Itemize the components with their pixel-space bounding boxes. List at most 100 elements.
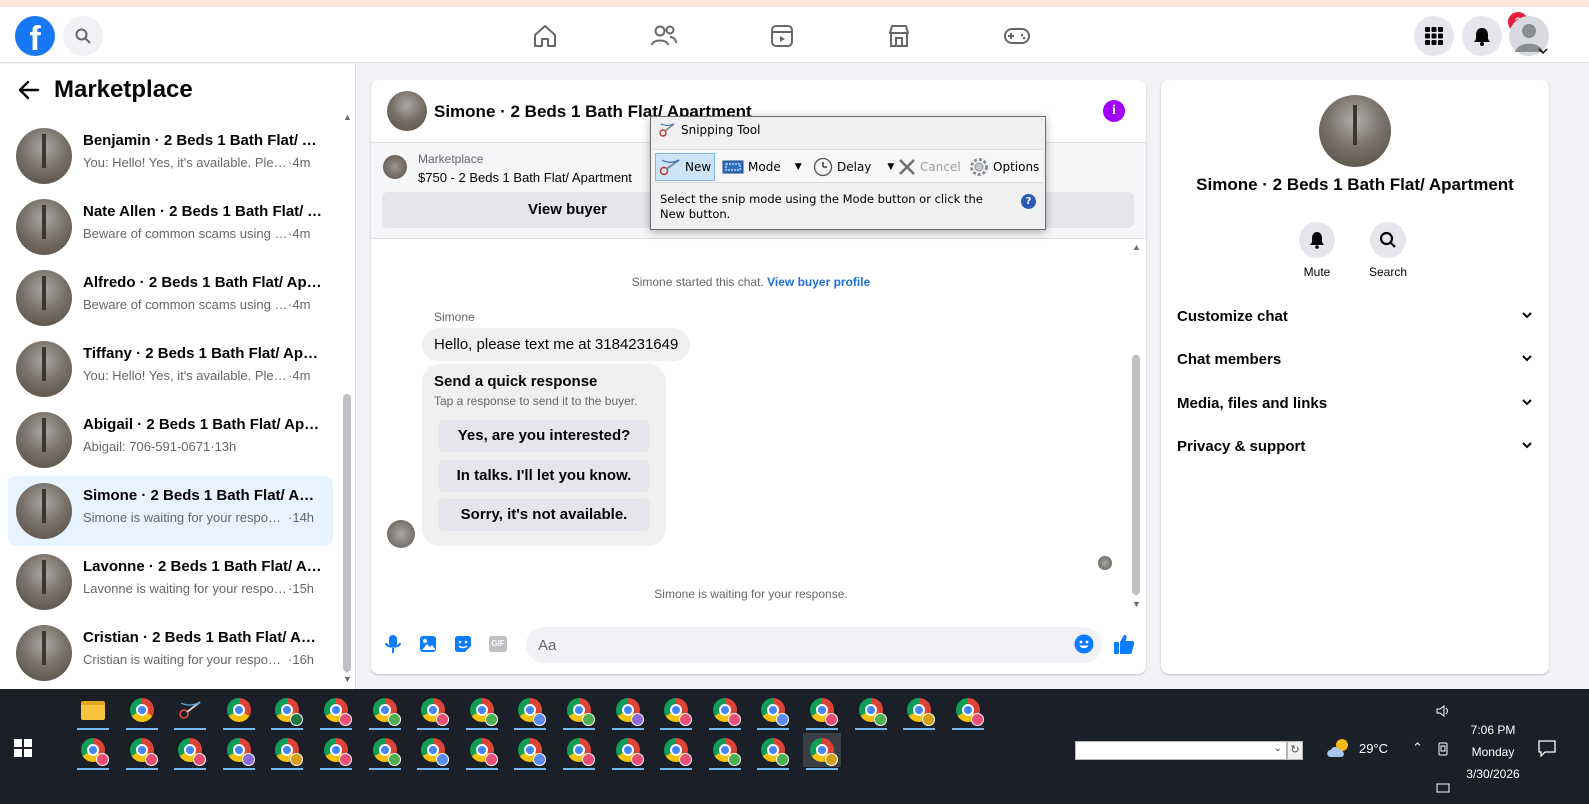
voice-clip-button[interactable] bbox=[382, 633, 404, 655]
video-nav-button[interactable] bbox=[765, 19, 799, 53]
chrome-taskbar-button[interactable] bbox=[803, 733, 841, 770]
search-button[interactable] bbox=[63, 16, 103, 56]
chrome-taskbar-button[interactable] bbox=[268, 733, 306, 770]
chrome-taskbar-button[interactable] bbox=[74, 733, 112, 770]
chrome-taskbar-button[interactable] bbox=[366, 693, 404, 730]
chrome-taskbar-button[interactable] bbox=[560, 693, 598, 730]
options-button[interactable]: Options bbox=[966, 153, 1042, 181]
attach-photo-button[interactable] bbox=[417, 633, 439, 655]
chrome-taskbar-button[interactable] bbox=[949, 693, 987, 730]
conversation-item[interactable]: Nate Allen · 2 Beds 1 Bath Flat/ Apartme… bbox=[8, 192, 333, 262]
scroll-down-arrow-icon[interactable]: ▼ bbox=[343, 674, 352, 684]
friends-nav-button[interactable] bbox=[647, 19, 681, 53]
chrome-taskbar-button[interactable] bbox=[463, 693, 501, 730]
search-in-chat-action[interactable]: Search bbox=[1358, 222, 1418, 279]
chat-scrollbar[interactable] bbox=[1132, 355, 1140, 595]
chrome-taskbar-button[interactable] bbox=[123, 733, 161, 770]
chrome-taskbar-button[interactable] bbox=[657, 733, 695, 770]
chrome-taskbar-button[interactable] bbox=[511, 733, 549, 770]
new-snip-button[interactable]: New bbox=[655, 153, 716, 181]
chrome-taskbar-button[interactable] bbox=[317, 733, 355, 770]
emoji-button[interactable] bbox=[1073, 633, 1095, 655]
facebook-logo[interactable]: f bbox=[15, 16, 55, 56]
message-input[interactable] bbox=[526, 627, 1102, 663]
home-nav-button[interactable] bbox=[528, 19, 562, 53]
conversation-item[interactable]: Lavonne · 2 Beds 1 Bath Flat/ Apartment … bbox=[8, 547, 333, 617]
address-dropdown[interactable]: ⌄ bbox=[1075, 741, 1287, 760]
mode-dropdown-icon[interactable]: ▼ bbox=[795, 162, 802, 172]
notification-center-icon[interactable] bbox=[1538, 739, 1556, 760]
conversation-item[interactable]: Abigail · 2 Beds 1 Bath Flat/ Apartment … bbox=[8, 405, 333, 475]
info-panel-avatar[interactable] bbox=[1319, 95, 1391, 167]
gif-button[interactable]: GIF bbox=[487, 633, 509, 655]
view-buyer-profile-link[interactable]: View buyer profile bbox=[767, 275, 870, 289]
snipping-tool-window[interactable]: Snipping Tool New Mode ▼ Delay ▼ Cancel … bbox=[650, 116, 1046, 230]
marketplace-nav-button[interactable] bbox=[882, 19, 916, 53]
snipping-tool-titlebar[interactable]: Snipping Tool bbox=[659, 123, 760, 137]
network-icon[interactable] bbox=[1436, 781, 1450, 796]
chrome-taskbar-button[interactable] bbox=[609, 733, 647, 770]
chrome-taskbar-button[interactable] bbox=[657, 693, 695, 730]
cancel-button[interactable]: Cancel bbox=[895, 153, 964, 181]
chrome-taskbar-button[interactable] bbox=[123, 693, 161, 730]
mute-action[interactable]: Mute bbox=[1287, 222, 1347, 279]
listing-title[interactable]: $750 - 2 Beds 1 Bath Flat/ Apartment bbox=[418, 170, 632, 185]
sticker-button[interactable] bbox=[452, 633, 474, 655]
conversation-item[interactable]: Alfredo · 2 Beds 1 Bath Flat/ Apartment … bbox=[8, 263, 333, 333]
menu-button[interactable] bbox=[1414, 16, 1454, 56]
device-icon[interactable] bbox=[1437, 742, 1449, 759]
chrome-taskbar-button[interactable] bbox=[317, 693, 355, 730]
chrome-taskbar-button[interactable] bbox=[852, 693, 890, 730]
snipping-tool-taskbar-button[interactable] bbox=[171, 693, 209, 730]
privacy-support-section[interactable]: Privacy & support bbox=[1177, 432, 1533, 462]
delay-button[interactable]: Delay ▼ bbox=[810, 153, 897, 181]
chat-scroll-up-icon[interactable]: ▲ bbox=[1132, 242, 1141, 252]
weather-widget[interactable]: 29°C bbox=[1325, 737, 1388, 759]
tray-chevron-up-icon[interactable]: ⌃ bbox=[1412, 740, 1423, 756]
like-button[interactable] bbox=[1113, 633, 1135, 655]
gaming-nav-button[interactable] bbox=[1000, 19, 1034, 53]
media-files-links-section[interactable]: Media, files and links bbox=[1177, 389, 1533, 419]
notifications-button[interactable] bbox=[1462, 16, 1502, 56]
chrome-taskbar-button[interactable] bbox=[803, 693, 841, 730]
scroll-up-arrow-icon[interactable]: ▲ bbox=[343, 112, 352, 122]
conversation-item[interactable]: Benjamin · 2 Beds 1 Bath Flat/ Apartment… bbox=[8, 121, 333, 191]
chrome-taskbar-button[interactable] bbox=[706, 733, 744, 770]
refresh-button[interactable]: ↻ bbox=[1287, 741, 1303, 760]
customize-chat-section[interactable]: Customize chat bbox=[1177, 302, 1533, 332]
chat-avatar[interactable] bbox=[387, 91, 427, 131]
chrome-taskbar-button[interactable] bbox=[463, 733, 501, 770]
delay-dropdown-icon[interactable]: ▼ bbox=[887, 162, 894, 172]
mode-button[interactable]: Mode ▼ bbox=[719, 153, 805, 181]
help-icon[interactable]: ? bbox=[1021, 194, 1036, 209]
conversation-item[interactable]: Tiffany · 2 Beds 1 Bath Flat/ Apartment … bbox=[8, 334, 333, 404]
info-icon[interactable]: i bbox=[1103, 100, 1125, 122]
file-explorer-taskbar-button[interactable] bbox=[74, 693, 112, 730]
quick-response-button[interactable]: Sorry, it's not available. bbox=[438, 499, 650, 531]
chrome-taskbar-button[interactable] bbox=[609, 693, 647, 730]
chrome-taskbar-button[interactable] bbox=[414, 733, 452, 770]
chrome-taskbar-button[interactable] bbox=[706, 693, 744, 730]
chrome-taskbar-button[interactable] bbox=[414, 693, 452, 730]
chrome-taskbar-button[interactable] bbox=[220, 733, 258, 770]
volume-icon[interactable] bbox=[1436, 705, 1450, 720]
sidebar-scrollbar[interactable] bbox=[343, 394, 351, 672]
quick-response-button[interactable]: Yes, are you interested? bbox=[438, 420, 650, 452]
start-button[interactable] bbox=[14, 739, 32, 762]
chat-members-section[interactable]: Chat members bbox=[1177, 345, 1533, 375]
chrome-taskbar-button[interactable] bbox=[900, 693, 938, 730]
chat-scroll-down-icon[interactable]: ▼ bbox=[1132, 599, 1141, 609]
back-arrow-icon[interactable] bbox=[18, 80, 40, 100]
quick-response-button[interactable]: In talks. I'll let you know. bbox=[438, 460, 650, 492]
chrome-taskbar-button[interactable] bbox=[511, 693, 549, 730]
chrome-taskbar-button[interactable] bbox=[754, 733, 792, 770]
chrome-taskbar-button[interactable] bbox=[220, 693, 258, 730]
conversation-item[interactable]: Cristian · 2 Beds 1 Bath Flat/ Apartment… bbox=[8, 618, 333, 688]
system-clock[interactable]: 7:06 PM Monday 3/30/2026 bbox=[1453, 719, 1533, 785]
chrome-taskbar-button[interactable] bbox=[560, 733, 598, 770]
conversation-item-selected[interactable]: Simone · 2 Beds 1 Bath Flat/ Apartment S… bbox=[8, 476, 333, 546]
chrome-taskbar-button[interactable] bbox=[366, 733, 404, 770]
chrome-taskbar-button[interactable] bbox=[754, 693, 792, 730]
chrome-taskbar-button[interactable] bbox=[171, 733, 209, 770]
chrome-taskbar-button[interactable] bbox=[268, 693, 306, 730]
